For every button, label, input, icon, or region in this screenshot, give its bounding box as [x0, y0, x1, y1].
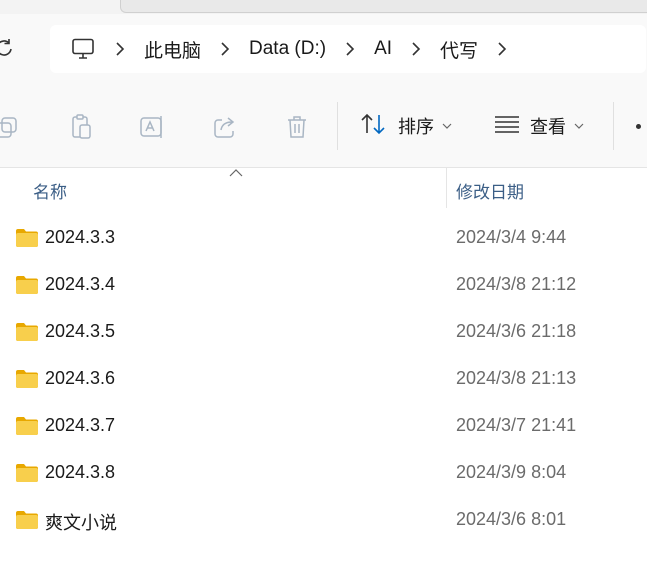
sort-ascending-icon: [229, 169, 243, 177]
more-options-icon[interactable]: [636, 124, 641, 129]
chevron-down-icon: [574, 123, 584, 129]
folder-icon: [16, 511, 38, 529]
copy-icon[interactable]: [0, 112, 22, 142]
table-row[interactable]: 2024.3.3 2024/3/4 9:44: [0, 215, 647, 261]
breadcrumb-ai[interactable]: AI: [374, 38, 392, 60]
folder-icon: [16, 276, 38, 294]
table-row[interactable]: 2024.3.7 2024/3/7 21:41: [0, 403, 647, 449]
table-row[interactable]: 2024.3.4 2024/3/8 21:12: [0, 262, 647, 308]
file-date: 2024/3/8 21:13: [456, 368, 577, 388]
file-name: 2024.3.8: [45, 462, 116, 482]
address-bar[interactable]: 此电脑 Data (D:) AI 代写: [50, 25, 646, 73]
view-label: 查看: [530, 117, 566, 137]
rename-icon[interactable]: [138, 112, 168, 142]
share-icon[interactable]: [210, 112, 240, 142]
refresh-icon[interactable]: [0, 36, 16, 60]
toolbar-separator: [337, 102, 338, 150]
folder-icon: [16, 464, 38, 482]
column-header: 名称 修改日期: [0, 168, 647, 208]
tab-strip: [0, 0, 647, 14]
sort-button[interactable]: 排序: [360, 108, 452, 144]
file-name: 2024.3.3: [45, 227, 116, 247]
view-icon: [494, 115, 520, 138]
breadcrumb-chevron-icon[interactable]: [215, 39, 235, 59]
navigation-bar: 此电脑 Data (D:) AI 代写: [0, 14, 647, 84]
file-date: 2024/3/8 21:12: [456, 274, 577, 294]
breadcrumb-this-pc[interactable]: 此电脑: [144, 36, 201, 63]
sort-label: 排序: [398, 117, 434, 137]
file-date: 2024/3/9 8:04: [456, 462, 567, 482]
breadcrumb-chevron-icon[interactable]: [492, 39, 512, 59]
breadcrumb-chevron-icon[interactable]: [406, 39, 426, 59]
breadcrumb-current-folder[interactable]: 代写: [440, 36, 478, 63]
column-name-header[interactable]: 名称: [33, 178, 67, 203]
file-name: 2024.3.7: [45, 415, 116, 435]
command-bar: 排序 查看: [0, 84, 647, 168]
file-name: 2024.3.6: [45, 368, 116, 388]
folder-icon: [16, 417, 38, 435]
sort-icon: [360, 112, 388, 141]
file-date: 2024/3/6 21:18: [456, 321, 577, 341]
trash-icon[interactable]: [282, 112, 312, 142]
folder-icon: [16, 370, 38, 388]
paste-icon[interactable]: [66, 112, 96, 142]
file-date: 2024/3/7 21:41: [456, 415, 577, 435]
file-date: 2024/3/6 8:01: [456, 509, 567, 529]
table-row[interactable]: 2024.3.8 2024/3/9 8:04: [0, 450, 647, 496]
breadcrumb-chevron-icon[interactable]: [110, 39, 130, 59]
breadcrumb-chevron-icon[interactable]: [340, 39, 360, 59]
computer-icon[interactable]: [70, 36, 96, 62]
table-row[interactable]: 爽文小说 2024/3/6 8:01: [0, 497, 647, 543]
file-name: 爽文小说: [45, 513, 117, 533]
breadcrumb-drive-d[interactable]: Data (D:): [249, 38, 326, 60]
table-row[interactable]: 2024.3.6 2024/3/8 21:13: [0, 356, 647, 402]
folder-icon: [16, 229, 38, 247]
folder-icon: [16, 323, 38, 341]
file-name: 2024.3.5: [45, 321, 116, 341]
toolbar-separator: [613, 102, 614, 150]
view-button[interactable]: 查看: [494, 108, 584, 144]
file-list: 名称 修改日期 2024.3.3 2024/3/4 9:44 2024.3.4 …: [0, 168, 647, 572]
column-divider[interactable]: [446, 168, 447, 208]
column-date-header[interactable]: 修改日期: [456, 178, 524, 203]
active-tab-edge[interactable]: [120, 0, 647, 13]
table-row[interactable]: 2024.3.5 2024/3/6 21:18: [0, 309, 647, 355]
file-date: 2024/3/4 9:44: [456, 227, 567, 247]
file-name: 2024.3.4: [45, 274, 116, 294]
chevron-down-icon: [442, 123, 452, 129]
